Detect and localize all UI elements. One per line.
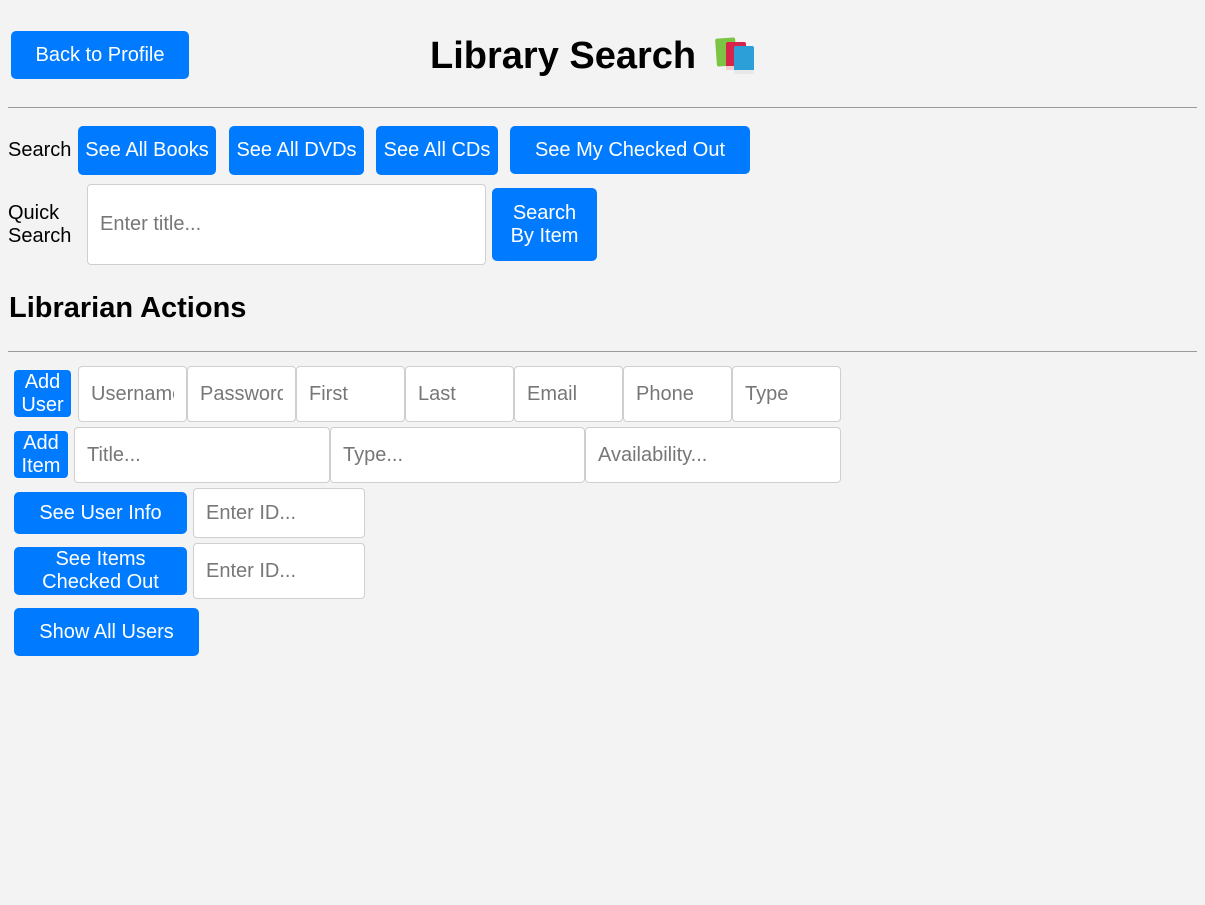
last-name-field[interactable] xyxy=(405,366,514,422)
item-title-field[interactable] xyxy=(74,427,330,483)
librarian-divider xyxy=(8,351,1197,352)
items-checked-out-id-field[interactable] xyxy=(193,543,365,599)
user-type-field[interactable] xyxy=(732,366,841,422)
item-availability-field[interactable] xyxy=(585,427,841,483)
see-all-books-button[interactable]: See All Books xyxy=(78,126,216,175)
phone-field[interactable] xyxy=(623,366,732,422)
see-user-info-button[interactable]: See User Info xyxy=(14,492,187,534)
see-my-checked-out-button[interactable]: See My Checked Out xyxy=(510,126,750,174)
header-divider xyxy=(8,107,1197,108)
back-to-profile-button[interactable]: Back to Profile xyxy=(11,31,189,79)
search-label: Search xyxy=(8,139,72,161)
show-all-users-button[interactable]: Show All Users xyxy=(14,608,199,656)
password-field[interactable] xyxy=(187,366,296,422)
library-search-page: Back to Profile Library Search Search Se… xyxy=(0,0,1205,905)
add-item-button[interactable]: Add Item xyxy=(14,431,68,478)
see-items-checked-out-button[interactable]: See Items Checked Out xyxy=(14,547,187,595)
quick-search-label: Quick Search xyxy=(8,202,72,247)
user-info-id-field[interactable] xyxy=(193,488,365,538)
see-all-cds-button[interactable]: See All CDs xyxy=(376,126,498,175)
see-all-dvds-button[interactable]: See All DVDs xyxy=(229,126,364,175)
librarian-actions-heading: Librarian Actions xyxy=(9,292,247,324)
item-type-field[interactable] xyxy=(330,427,585,483)
page-title-text: Library Search xyxy=(430,35,697,77)
quick-search-input[interactable] xyxy=(87,184,486,265)
username-field[interactable] xyxy=(78,366,187,422)
search-by-item-button[interactable]: Search By Item xyxy=(492,188,597,261)
first-name-field[interactable] xyxy=(296,366,405,422)
email-field[interactable] xyxy=(514,366,623,422)
page-title: Library Search xyxy=(430,34,758,78)
add-user-button[interactable]: Add User xyxy=(14,370,71,417)
books-icon xyxy=(715,37,755,74)
